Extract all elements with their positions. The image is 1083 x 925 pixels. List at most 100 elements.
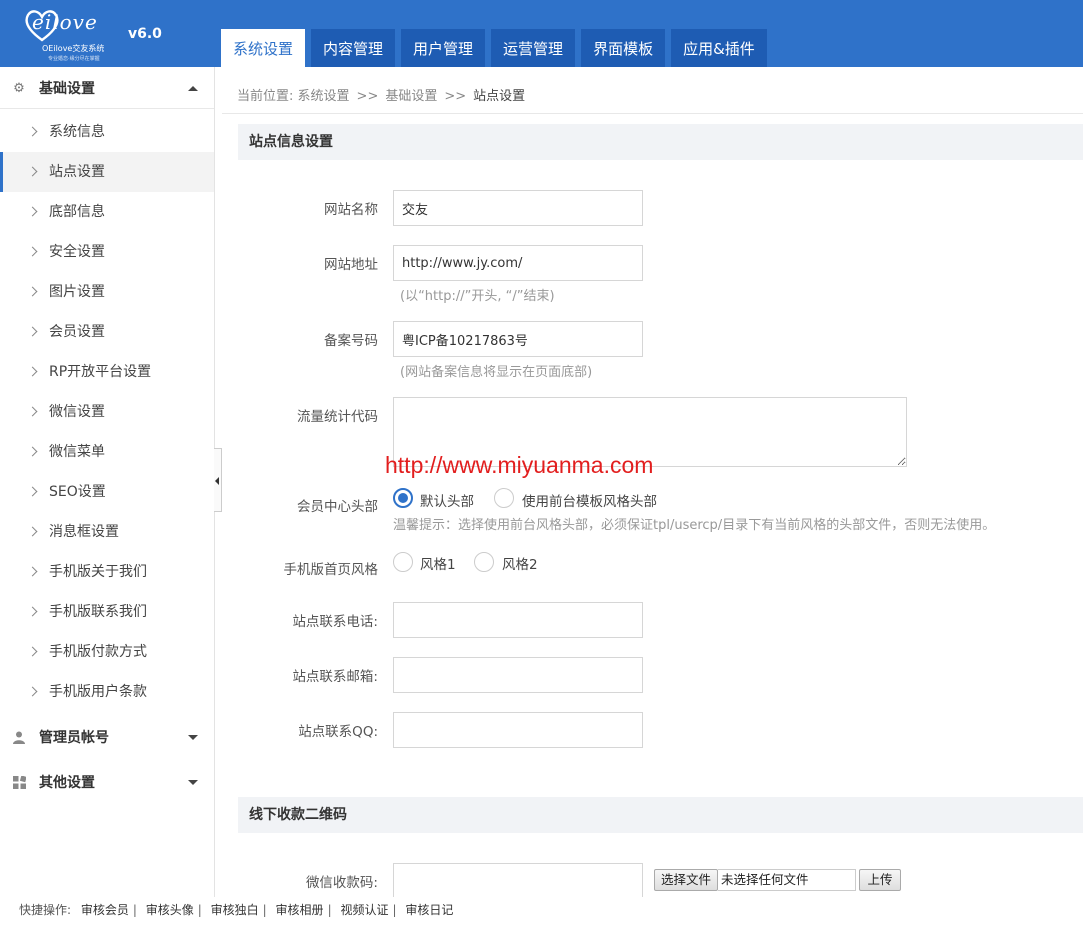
chevron-right-icon bbox=[27, 246, 38, 257]
tab-apps-plugins[interactable]: 应用&插件 bbox=[671, 29, 767, 67]
phone-input[interactable] bbox=[393, 602, 643, 638]
sidebar-item-wechat-menu[interactable]: 微信菜单 bbox=[0, 432, 214, 472]
sidebar-item-label: 系统信息 bbox=[49, 124, 105, 140]
caret-down-icon bbox=[188, 780, 198, 785]
section-title-site-info: 站点信息设置 bbox=[238, 124, 1083, 160]
logo: eilove OEilove交友系统 专业婚恋·缘分尽在掌握 bbox=[22, 6, 122, 62]
radio-default-header[interactable] bbox=[393, 488, 413, 508]
site-name-input[interactable] bbox=[393, 190, 643, 226]
phone-label: 站点联系电话: bbox=[292, 614, 378, 630]
chevron-right-icon bbox=[27, 406, 38, 417]
sidebar-item-label: 安全设置 bbox=[49, 244, 105, 260]
sidebar-group-admin[interactable]: 管理员帐号 bbox=[0, 716, 214, 760]
chevron-right-icon bbox=[27, 686, 38, 697]
watermark-text: http://www.miyuanma.com bbox=[385, 452, 654, 478]
chevron-right-icon bbox=[27, 206, 38, 217]
sidebar-item-message-box[interactable]: 消息框设置 bbox=[0, 512, 214, 552]
sidebar-item-seo[interactable]: SEO设置 bbox=[0, 472, 214, 512]
radio-frontend-header[interactable] bbox=[494, 488, 514, 508]
sidebar-item-mobile-payment[interactable]: 手机版付款方式 bbox=[0, 632, 214, 672]
tab-content-management[interactable]: 内容管理 bbox=[311, 29, 396, 67]
sidebar-item-system-info[interactable]: 系统信息 bbox=[0, 112, 214, 152]
main-content: 当前位置: 系统设置>>基础设置>>站点设置 站点信息设置 网站名称 网站地址 … bbox=[222, 67, 1083, 897]
quick-link-review-members[interactable]: 审核会员 bbox=[81, 903, 129, 917]
divider: | bbox=[132, 903, 137, 917]
sidebar-collapse-handle[interactable] bbox=[214, 448, 222, 512]
logo-subtitle: OEilove交友系统 bbox=[42, 44, 105, 53]
quick-link-review-albums[interactable]: 审核相册 bbox=[276, 903, 324, 917]
divider: | bbox=[262, 903, 267, 917]
breadcrumb-sep: >> bbox=[356, 89, 379, 104]
sidebar-item-mobile-terms[interactable]: 手机版用户条款 bbox=[0, 672, 214, 712]
chevron-right-icon bbox=[27, 566, 38, 577]
quick-link-review-diary[interactable]: 审核日记 bbox=[405, 903, 453, 917]
tab-user-management[interactable]: 用户管理 bbox=[401, 29, 486, 67]
sidebar-group-basic[interactable]: ⚙ 基础设置 bbox=[0, 67, 214, 109]
divider: | bbox=[327, 903, 332, 917]
divider bbox=[222, 113, 1083, 114]
radio-style-2[interactable] bbox=[474, 552, 494, 572]
mobile-style-label: 手机版首页风格 bbox=[283, 562, 379, 578]
sidebar-item-label: 消息框设置 bbox=[49, 524, 119, 540]
sidebar-item-label: 手机版付款方式 bbox=[49, 644, 147, 660]
top-bar: eilove OEilove交友系统 专业婚恋·缘分尽在掌握 v6.0 系统设置… bbox=[0, 0, 1083, 67]
site-name-label: 网站名称 bbox=[324, 202, 378, 218]
chevron-right-icon bbox=[27, 286, 38, 297]
sidebar-item-label: 图片设置 bbox=[49, 284, 105, 300]
sidebar-item-label: SEO设置 bbox=[49, 484, 106, 500]
section-title-qrcode: 线下收款二维码 bbox=[238, 797, 1083, 833]
sidebar-item-wechat-settings[interactable]: 微信设置 bbox=[0, 392, 214, 432]
sidebar-group-label: 管理员帐号 bbox=[39, 730, 109, 746]
choose-file-button[interactable]: 选择文件 bbox=[654, 869, 718, 891]
tab-templates[interactable]: 界面模板 bbox=[581, 29, 666, 67]
sidebar-item-site-settings[interactable]: 站点设置 bbox=[0, 152, 214, 192]
caret-up-icon bbox=[188, 86, 198, 91]
icp-hint: (网站备案信息将显示在页面底部) bbox=[400, 365, 593, 380]
logo-tagline: 专业婚恋·缘分尽在掌握 bbox=[48, 56, 100, 62]
icp-input[interactable] bbox=[393, 321, 643, 357]
tab-system-settings[interactable]: 系统设置 bbox=[221, 29, 306, 67]
sidebar-item-mobile-about[interactable]: 手机版关于我们 bbox=[0, 552, 214, 592]
sidebar-item-label: 手机版用户条款 bbox=[49, 684, 147, 700]
radio-style-1[interactable] bbox=[393, 552, 413, 572]
breadcrumb-level2[interactable]: 基础设置 bbox=[385, 89, 437, 104]
tab-operations[interactable]: 运营管理 bbox=[491, 29, 576, 67]
chevron-right-icon bbox=[27, 126, 38, 137]
chevron-right-icon bbox=[27, 446, 38, 457]
radio-default-header-label: 默认头部 bbox=[420, 494, 474, 510]
quick-link-review-monologue[interactable]: 审核独白 bbox=[211, 903, 259, 917]
qq-label: 站点联系QQ: bbox=[298, 724, 378, 740]
chevron-right-icon bbox=[27, 486, 38, 497]
sidebar-group-other[interactable]: 其他设置 bbox=[0, 761, 214, 805]
chevron-right-icon bbox=[27, 366, 38, 377]
sidebar-group-label: 其他设置 bbox=[39, 775, 95, 791]
qq-input[interactable] bbox=[393, 712, 643, 748]
email-input[interactable] bbox=[393, 657, 643, 693]
sidebar-item-image-settings[interactable]: 图片设置 bbox=[0, 272, 214, 312]
sidebar-item-label: 微信设置 bbox=[49, 404, 105, 420]
sidebar-item-label: 站点设置 bbox=[49, 164, 105, 180]
sidebar-item-label: 微信菜单 bbox=[49, 444, 105, 460]
sidebar-item-security[interactable]: 安全设置 bbox=[0, 232, 214, 272]
sidebar-item-rp-platform[interactable]: RP开放平台设置 bbox=[0, 352, 214, 392]
sidebar-item-label: RP开放平台设置 bbox=[49, 364, 152, 380]
breadcrumb-current: 站点设置 bbox=[473, 89, 526, 104]
chevron-right-icon bbox=[27, 606, 38, 617]
breadcrumb-prefix: 当前位置: bbox=[237, 89, 294, 104]
sidebar: ⚙ 基础设置 系统信息 站点设置 底部信息 安全设置 图片设置 会员设置 RP开… bbox=[0, 67, 215, 897]
grid-icon bbox=[12, 775, 27, 790]
breadcrumb-level1[interactable]: 系统设置 bbox=[298, 89, 350, 104]
sidebar-item-footer-info[interactable]: 底部信息 bbox=[0, 192, 214, 232]
quick-link-video-verify[interactable]: 视频认证 bbox=[340, 903, 388, 917]
sidebar-item-member-settings[interactable]: 会员设置 bbox=[0, 312, 214, 352]
sidebar-group-label: 基础设置 bbox=[39, 81, 95, 97]
sidebar-item-mobile-contact[interactable]: 手机版联系我们 bbox=[0, 592, 214, 632]
stats-code-label: 流量统计代码 bbox=[297, 409, 378, 425]
chevron-right-icon bbox=[27, 526, 38, 537]
wechat-qrcode-input[interactable] bbox=[393, 863, 643, 897]
icp-label: 备案号码 bbox=[324, 333, 378, 349]
site-url-input[interactable] bbox=[393, 245, 643, 281]
quick-link-review-avatars[interactable]: 审核头像 bbox=[146, 903, 194, 917]
upload-button[interactable]: 上传 bbox=[859, 869, 901, 891]
radio-frontend-header-label: 使用前台模板风格头部 bbox=[522, 494, 657, 510]
